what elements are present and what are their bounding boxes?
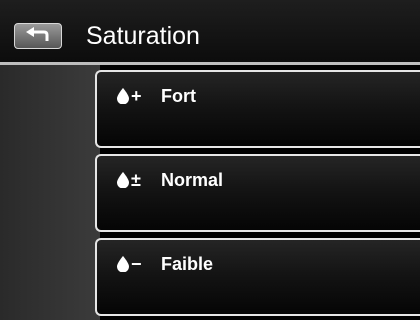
back-arrow-icon: [26, 27, 49, 41]
back-button[interactable]: [14, 23, 62, 49]
option-fort[interactable]: + Fort: [95, 70, 420, 148]
option-sign: −: [131, 254, 142, 274]
option-sign: +: [131, 86, 142, 106]
option-sign: ±: [131, 170, 141, 190]
option-faible[interactable]: − Faible: [95, 238, 420, 316]
option-label: Faible: [161, 254, 214, 274]
header-bar: Saturation: [0, 0, 420, 62]
drop-icon: [117, 256, 129, 272]
drop-icon: [117, 172, 129, 188]
left-panel: [0, 65, 100, 320]
saturation-plus-icon: +: [117, 86, 142, 106]
saturation-minus-icon: −: [117, 254, 142, 274]
option-label: Normal: [161, 170, 224, 190]
option-label: Fort: [161, 86, 196, 106]
drop-icon: [117, 88, 129, 104]
page-title: Saturation: [86, 22, 200, 50]
saturation-normal-icon: ±: [117, 170, 141, 190]
option-normal[interactable]: ± Normal: [95, 154, 420, 232]
